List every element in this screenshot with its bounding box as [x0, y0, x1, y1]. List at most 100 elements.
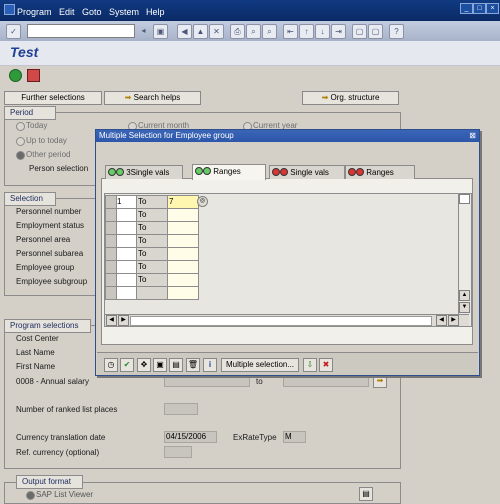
- print-icon[interactable]: ⎙: [230, 24, 245, 39]
- check-icon[interactable]: ✔: [120, 358, 134, 372]
- high-value-field[interactable]: [167, 286, 199, 300]
- paste-icon[interactable]: ⇩: [303, 358, 317, 372]
- high-value-field[interactable]: [167, 234, 199, 248]
- low-value-field[interactable]: [116, 221, 137, 235]
- high-value-field[interactable]: [167, 260, 199, 274]
- org-structure-button[interactable]: ➡ Org. structure: [302, 91, 399, 105]
- exit-icon[interactable]: ▲: [193, 24, 208, 39]
- high-value-field[interactable]: 7: [167, 195, 199, 209]
- close-icon[interactable]: ×: [486, 3, 499, 14]
- red-dot-icon: [356, 168, 364, 176]
- create-session-icon[interactable]: ▢: [352, 24, 367, 39]
- scroll-right-icon[interactable]: ▶: [448, 315, 459, 326]
- layout-icon[interactable]: ▤: [359, 487, 373, 501]
- high-value-field[interactable]: [167, 221, 199, 235]
- insert-line-icon[interactable]: ✥: [137, 358, 151, 372]
- tab-ranges-exclude[interactable]: Ranges: [345, 165, 415, 179]
- next-page-icon[interactable]: ↓: [315, 24, 330, 39]
- currency-date-field[interactable]: 04/15/2006: [164, 431, 217, 443]
- sap-logo-icon[interactable]: [4, 4, 15, 15]
- table-row: To: [105, 273, 471, 287]
- tab-single-vals-exclude[interactable]: Single vals: [269, 165, 345, 179]
- menu-program[interactable]: Program: [17, 7, 52, 17]
- last-name-label: Last Name: [16, 348, 55, 357]
- menu-goto[interactable]: Goto: [82, 7, 102, 17]
- delete-icon[interactable]: 🗑: [186, 358, 200, 372]
- tab-single-vals-include[interactable]: 3Single vals: [105, 165, 183, 179]
- value-help-icon[interactable]: ◎: [197, 196, 208, 207]
- red-dot-icon: [280, 168, 288, 176]
- low-value-field[interactable]: 1: [116, 195, 137, 209]
- dialog-title: Multiple Selection for Employee group: [99, 131, 234, 140]
- ex-rate-type-field[interactable]: M: [283, 431, 306, 443]
- vertical-scrollbar[interactable]: ▲ ▼: [458, 194, 470, 314]
- low-value-field[interactable]: [116, 260, 137, 274]
- info-icon[interactable]: i: [203, 358, 217, 372]
- high-value-field[interactable]: [167, 247, 199, 261]
- horizontal-scrollbar[interactable]: ◀ ▶ ◀ ▶: [105, 314, 469, 326]
- arrow-right-icon: ➡: [124, 93, 134, 102]
- import-icon[interactable]: ▣: [153, 358, 167, 372]
- ranked-places-field[interactable]: [164, 403, 198, 415]
- annual-salary-from-field[interactable]: [164, 375, 250, 387]
- find-icon[interactable]: ⌕: [246, 24, 261, 39]
- low-value-field[interactable]: [116, 273, 137, 287]
- high-value-field[interactable]: [167, 273, 199, 287]
- low-value-field[interactable]: [116, 208, 137, 222]
- low-value-field[interactable]: [116, 286, 137, 300]
- tab-ranges-include[interactable]: Ranges: [192, 164, 266, 180]
- variant-icon[interactable]: [27, 69, 40, 82]
- low-value-field[interactable]: [116, 234, 137, 248]
- minimize-icon[interactable]: _: [460, 3, 473, 14]
- scroll-thumb[interactable]: [459, 194, 470, 204]
- cancel-icon[interactable]: ✕: [209, 24, 224, 39]
- up-to-today-radio[interactable]: [16, 137, 25, 146]
- h-scroll-thumb[interactable]: [130, 316, 432, 326]
- menu-edit[interactable]: Edit: [59, 7, 75, 17]
- scroll-up-icon[interactable]: ▲: [459, 290, 470, 301]
- dialog-close-icon[interactable]: ⊠: [469, 130, 476, 142]
- command-dropdown-icon[interactable]: ◂: [137, 24, 150, 37]
- table-row: To: [105, 221, 471, 235]
- period-title: Period: [4, 106, 56, 120]
- to-label: To: [136, 208, 168, 222]
- further-selections-button[interactable]: Further selections: [4, 91, 102, 105]
- annual-salary-to-field[interactable]: [283, 375, 369, 387]
- command-field[interactable]: [27, 24, 135, 38]
- employee-group-label: Employee group: [16, 263, 75, 272]
- menu-help[interactable]: Help: [146, 7, 165, 17]
- low-value-field[interactable]: [116, 247, 137, 261]
- sap-list-viewer-radio[interactable]: [26, 491, 35, 500]
- last-page-icon[interactable]: ⇥: [331, 24, 346, 39]
- ref-currency-label: Ref. currency (optional): [16, 448, 100, 457]
- ex-rate-type-label: ExRateType: [233, 433, 277, 442]
- find-next-icon[interactable]: ⌕: [262, 24, 277, 39]
- scroll-left-icon[interactable]: ◀: [106, 315, 117, 326]
- enter-icon[interactable]: ✓: [6, 24, 21, 39]
- scroll-left-icon[interactable]: ◀: [436, 315, 447, 326]
- menu-bar: Program Edit Goto System Help _ □ ×: [0, 0, 500, 21]
- employment-status-label: Employment status: [16, 221, 85, 230]
- scroll-down-icon[interactable]: ▼: [459, 302, 470, 313]
- ref-currency-field[interactable]: [164, 446, 192, 458]
- today-radio[interactable]: [16, 122, 25, 131]
- first-page-icon[interactable]: ⇤: [283, 24, 298, 39]
- back-icon[interactable]: ◀: [177, 24, 192, 39]
- title-bar: Test: [0, 41, 500, 66]
- cancel-x-icon[interactable]: ✖: [319, 358, 333, 372]
- copy-icon[interactable]: ◷: [104, 358, 118, 372]
- execute-icon[interactable]: [9, 69, 22, 82]
- multiple-selection-button[interactable]: Multiple selection...: [221, 358, 299, 372]
- search-helps-button[interactable]: ➡ Search helps: [104, 91, 201, 105]
- save-icon[interactable]: ▣: [153, 24, 168, 39]
- help-icon[interactable]: ?: [389, 24, 404, 39]
- upload-icon[interactable]: ▤: [169, 358, 183, 372]
- menu-system[interactable]: System: [109, 7, 139, 17]
- previous-page-icon[interactable]: ↑: [299, 24, 314, 39]
- multiple-selection-arrow-icon[interactable]: ➡: [373, 374, 387, 388]
- scroll-right-icon[interactable]: ▶: [118, 315, 129, 326]
- shortcut-icon[interactable]: ▢: [368, 24, 383, 39]
- restore-icon[interactable]: □: [473, 3, 486, 14]
- other-period-radio[interactable]: [16, 151, 25, 160]
- high-value-field[interactable]: [167, 208, 199, 222]
